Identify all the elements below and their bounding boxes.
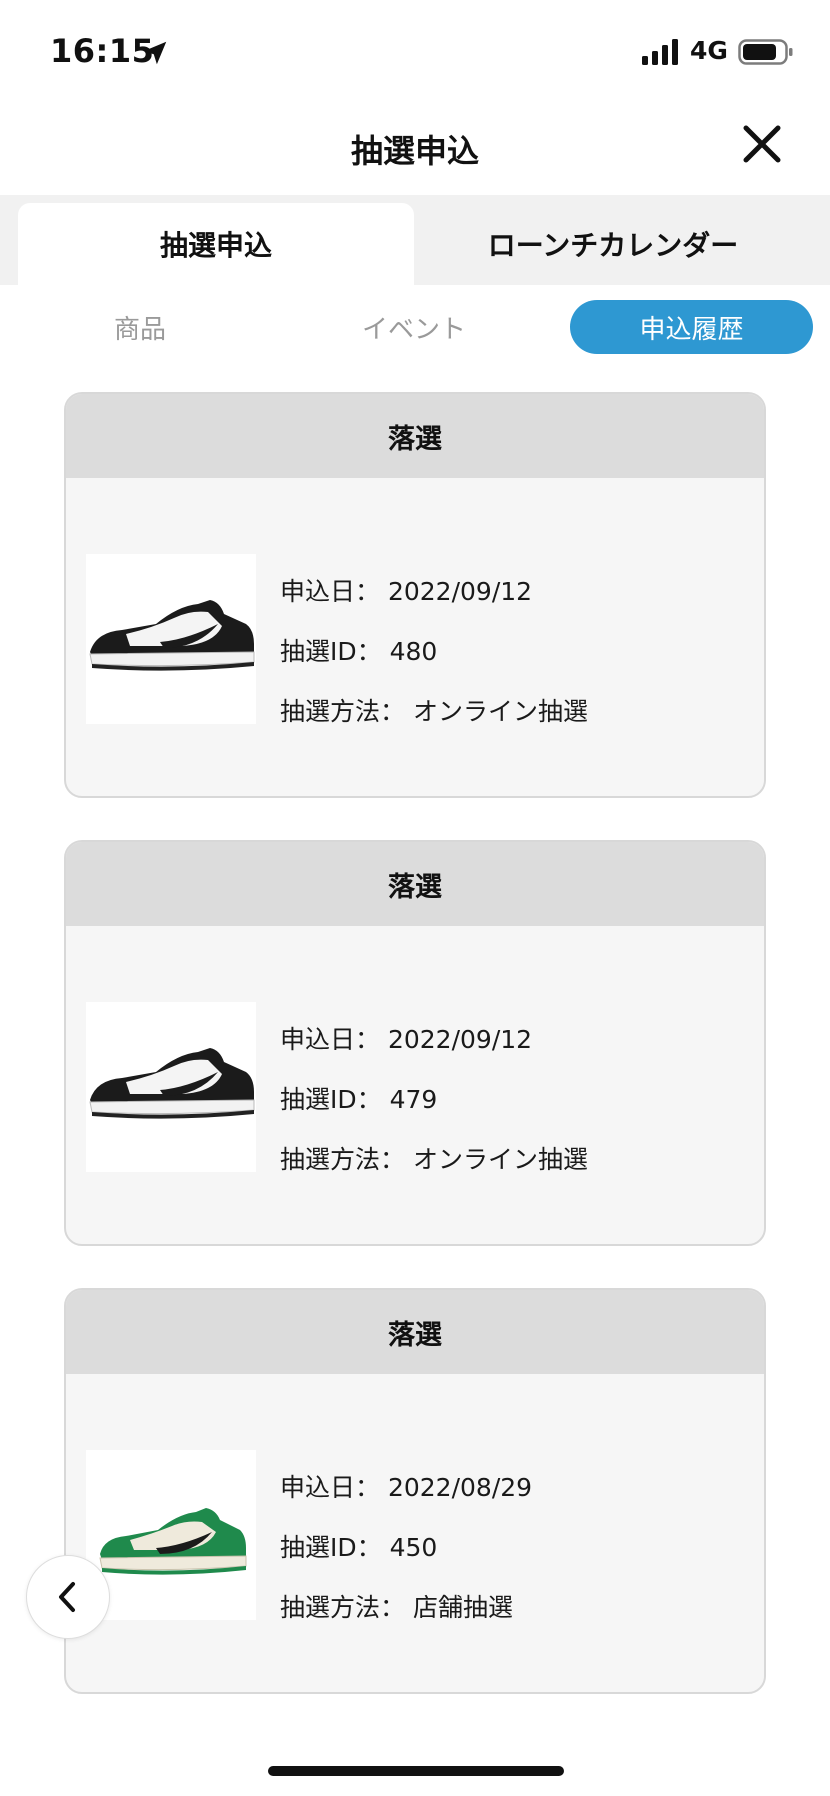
lottery-id-value: 479: [389, 1085, 438, 1114]
apply-date-value: 2022/08/29: [387, 1473, 533, 1502]
status-time: 16:15: [50, 32, 155, 70]
apply-date-label: 申込日：: [280, 1473, 381, 1502]
tab-launch-calendar[interactable]: ローンチカレンダー: [414, 203, 812, 285]
lottery-id-label: 抽選ID：: [280, 637, 382, 666]
close-icon[interactable]: [738, 120, 786, 168]
lottery-method-row: 抽選方法： オンライン抽選: [280, 682, 588, 742]
page-title: 抽選申込: [350, 132, 479, 170]
home-indicator: [268, 1766, 564, 1776]
network-label: 4G: [690, 36, 728, 65]
lottery-id-row: 抽選ID： 450: [280, 1518, 532, 1578]
apply-date-row: 申込日： 2022/08/29: [280, 1458, 532, 1518]
lottery-method-label: 抽選方法：: [280, 1593, 406, 1622]
lottery-method-value: オンライン抽選: [412, 697, 588, 726]
shoe-image: [86, 554, 256, 724]
chevron-left-icon: [59, 1582, 75, 1612]
apply-date-row: 申込日： 2022/09/12: [280, 562, 588, 622]
subtab-items[interactable]: 商品: [40, 300, 240, 354]
card-details: 申込日： 2022/09/12 抽選ID： 480 抽選方法： オンライン抽選: [280, 562, 588, 742]
lottery-method-value: オンライン抽選: [412, 1145, 588, 1174]
lottery-history-card[interactable]: 落選 申込日： 2022/09/12 抽選ID： 479 抽選方法： オンライン…: [64, 840, 766, 1246]
cellular-signal-icon: [642, 39, 678, 65]
apply-date-value: 2022/09/12: [387, 1025, 533, 1054]
title-bar: 抽選申込: [0, 100, 830, 195]
shoe-image: [86, 1002, 256, 1172]
lottery-id-label: 抽選ID：: [280, 1533, 382, 1562]
card-status: 落選: [66, 1290, 764, 1374]
card-details: 申込日： 2022/08/29 抽選ID： 450 抽選方法： 店舗抽選: [280, 1458, 532, 1638]
card-status: 落選: [66, 394, 764, 478]
card-status: 落選: [66, 842, 764, 926]
apply-date-label: 申込日：: [280, 1025, 381, 1054]
lottery-method-label: 抽選方法：: [280, 697, 406, 726]
lottery-history-card[interactable]: 落選 申込日： 2022/08/29 抽選ID： 450 抽選方法： 店舗抽選: [64, 1288, 766, 1694]
lottery-id-row: 抽選ID： 479: [280, 1070, 588, 1130]
lottery-id-label: 抽選ID：: [280, 1085, 382, 1114]
shoe-image: [86, 1450, 256, 1620]
lottery-id-row: 抽選ID： 480: [280, 622, 588, 682]
back-button[interactable]: [26, 1555, 110, 1639]
status-bar: 16:15 4G: [0, 0, 830, 100]
card-details: 申込日： 2022/09/12 抽選ID： 479 抽選方法： オンライン抽選: [280, 1010, 588, 1190]
apply-date-label: 申込日：: [280, 577, 381, 606]
lottery-id-value: 450: [389, 1533, 438, 1562]
battery-icon: [738, 39, 793, 65]
apply-date-value: 2022/09/12: [387, 577, 533, 606]
location-arrow-icon: [143, 41, 167, 65]
tab-lottery-apply[interactable]: 抽選申込: [18, 203, 414, 285]
lottery-method-row: 抽選方法： オンライン抽選: [280, 1130, 588, 1190]
subtab-history[interactable]: 申込履歴: [570, 300, 813, 354]
lottery-history-card[interactable]: 落選 申込日： 2022/09/12 抽選ID： 480 抽選方法： オンライン…: [64, 392, 766, 798]
lottery-method-value: 店舗抽選: [412, 1593, 513, 1622]
lottery-method-label: 抽選方法：: [280, 1145, 406, 1174]
apply-date-row: 申込日： 2022/09/12: [280, 1010, 588, 1070]
lottery-id-value: 480: [389, 637, 438, 666]
subtab-events[interactable]: イベント: [314, 300, 514, 354]
lottery-method-row: 抽選方法： 店舗抽選: [280, 1578, 532, 1638]
